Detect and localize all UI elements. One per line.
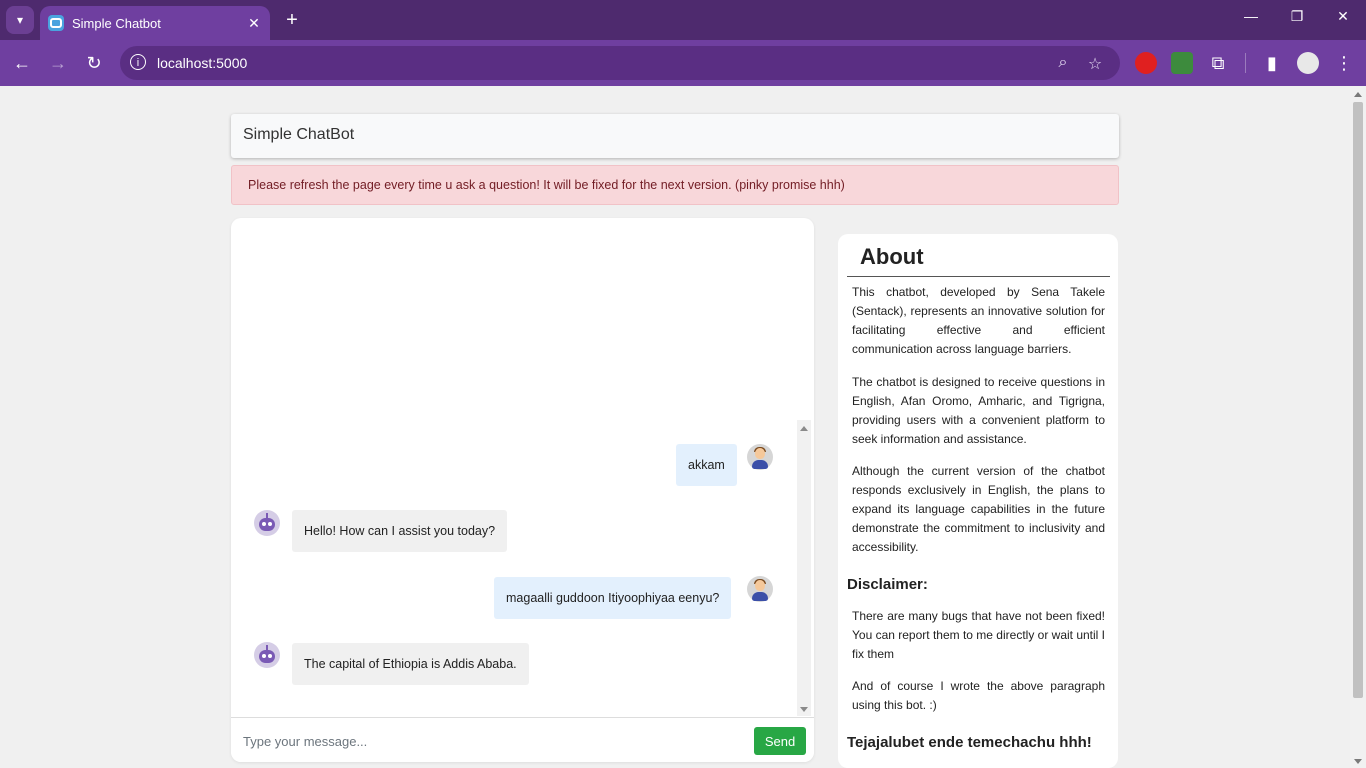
restore-icon[interactable]: ❐ bbox=[1285, 8, 1309, 25]
bot-message: Hello! How can I assist you today? bbox=[292, 510, 508, 552]
app-brand-title[interactable]: Simple ChatBot bbox=[243, 126, 354, 144]
url-text[interactable]: localhost:5000 bbox=[157, 55, 247, 71]
browser-tab[interactable]: Simple Chatbot ✕ bbox=[40, 6, 270, 40]
about-footer-text: Tejajalubet ende temechachu hhh! bbox=[847, 734, 1092, 751]
extension-green-icon[interactable] bbox=[1171, 52, 1193, 74]
user-message: magaalli guddoon Itiyoophiyaa eenyu? bbox=[494, 577, 732, 619]
address-bar[interactable]: i localhost:5000 ⌕ ☆ bbox=[120, 46, 1120, 80]
chat-favicon-icon bbox=[48, 15, 64, 31]
bookmark-star-icon[interactable]: ☆ bbox=[1086, 54, 1104, 74]
minimize-icon[interactable]: — bbox=[1239, 8, 1263, 24]
extensions-puzzle-icon[interactable]: ⧉ bbox=[1206, 51, 1230, 75]
extension-stop-icon[interactable] bbox=[1135, 52, 1157, 74]
zoom-icon[interactable]: ⌕ bbox=[1054, 54, 1072, 72]
scroll-up-arrow-icon[interactable] bbox=[800, 426, 808, 431]
disclaimer-heading: Disclaimer: bbox=[847, 576, 928, 593]
side-panel-icon[interactable]: ▮ bbox=[1260, 51, 1284, 75]
chat-window: akkam Hello! How can I assist you today?… bbox=[231, 218, 814, 762]
reload-icon[interactable]: ↻ bbox=[82, 51, 106, 75]
about-divider bbox=[847, 276, 1110, 277]
about-paragraph: This chatbot, developed by Sena Takele (… bbox=[852, 285, 1105, 356]
alert-text: Please refresh the page every time u ask… bbox=[248, 178, 845, 192]
close-window-icon[interactable]: ✕ bbox=[1331, 8, 1355, 25]
browser-toolbar: ← → ↻ i localhost:5000 ⌕ ☆ ⧉ ▮ ⋮ bbox=[0, 40, 1366, 86]
forward-arrow-icon[interactable]: → bbox=[46, 51, 70, 75]
scroll-down-arrow-icon[interactable] bbox=[800, 707, 808, 712]
site-info-icon[interactable]: i bbox=[130, 54, 146, 70]
scroll-down-arrow-icon[interactable] bbox=[1354, 759, 1362, 764]
tab-search-chevron-icon[interactable]: ▾ bbox=[6, 6, 34, 34]
send-button[interactable]: Send bbox=[754, 727, 806, 755]
app-navbar: Simple ChatBot bbox=[231, 114, 1119, 158]
bot-avatar bbox=[254, 510, 280, 536]
page-scrollbar[interactable] bbox=[1350, 86, 1366, 768]
chat-input-bar: Send bbox=[231, 717, 814, 762]
scroll-up-arrow-icon[interactable] bbox=[1354, 92, 1362, 97]
browser-tab-bar: ▾ Simple Chatbot ✕ + — ❐ ✕ bbox=[0, 0, 1366, 40]
user-message: akkam bbox=[676, 444, 737, 486]
bot-avatar bbox=[254, 642, 280, 668]
menu-kebab-icon[interactable]: ⋮ bbox=[1332, 51, 1356, 75]
about-title: About bbox=[860, 244, 924, 269]
message-input[interactable] bbox=[241, 728, 745, 754]
disclaimer-paragraph: And of course I wrote the above paragrap… bbox=[852, 679, 1105, 712]
about-panel: About This chatbot, developed by Sena Ta… bbox=[838, 234, 1118, 768]
user-avatar bbox=[747, 444, 773, 470]
profile-avatar[interactable] bbox=[1297, 52, 1319, 74]
about-paragraph: Although the current version of the chat… bbox=[852, 464, 1105, 554]
chat-scrollbar[interactable] bbox=[797, 420, 811, 716]
warning-alert: Please refresh the page every time u ask… bbox=[231, 165, 1119, 205]
toolbar-divider bbox=[1245, 53, 1246, 73]
tab-title: Simple Chatbot bbox=[72, 15, 161, 31]
new-tab-button[interactable]: + bbox=[282, 8, 302, 32]
page-content: Simple ChatBot Please refresh the page e… bbox=[0, 86, 1350, 768]
about-paragraph: The chatbot is designed to receive quest… bbox=[852, 375, 1105, 446]
tab-close-icon[interactable]: ✕ bbox=[244, 15, 264, 32]
disclaimer-paragraph: There are many bugs that have not been f… bbox=[852, 609, 1106, 661]
user-avatar bbox=[747, 576, 773, 602]
scroll-thumb[interactable] bbox=[1353, 102, 1363, 698]
bot-message: The capital of Ethiopia is Addis Ababa. bbox=[292, 643, 529, 685]
back-arrow-icon[interactable]: ← bbox=[10, 51, 34, 75]
